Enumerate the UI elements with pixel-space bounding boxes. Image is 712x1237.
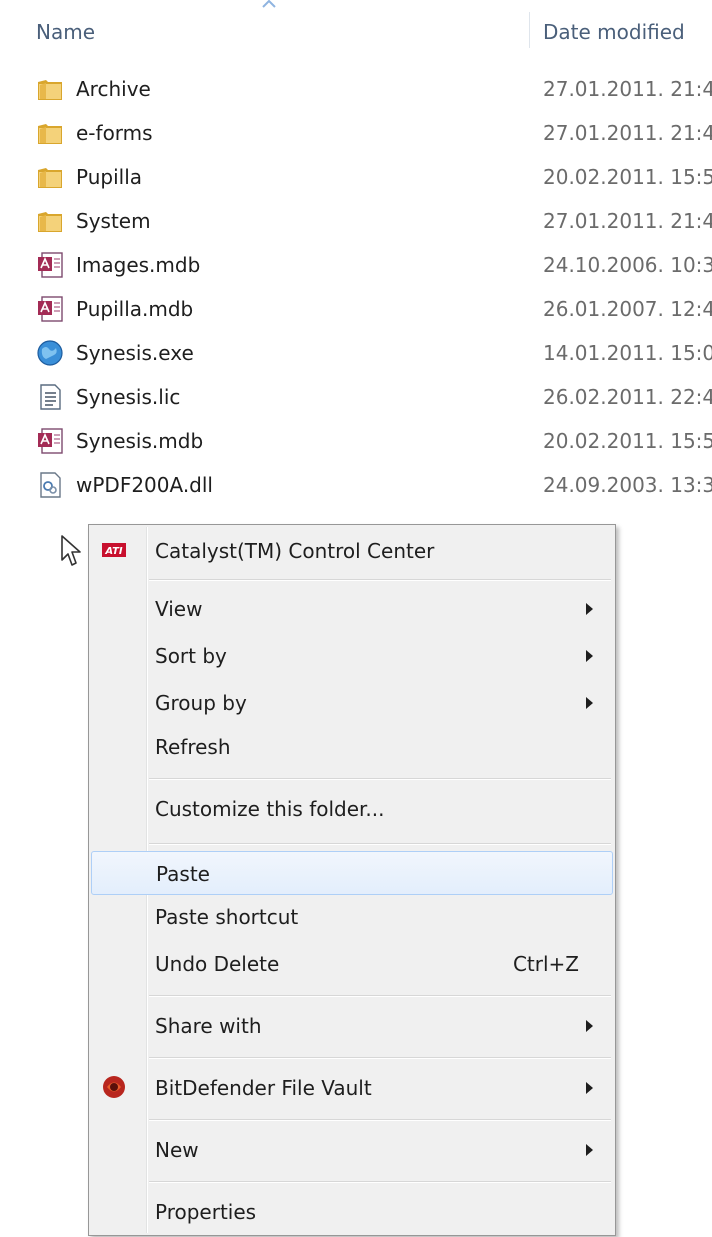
folder-icon	[36, 119, 64, 147]
menu-item-label: Paste	[156, 862, 210, 886]
menu-item-label: View	[155, 597, 203, 621]
file-date-modified: 14.01.2011. 15:00	[543, 341, 712, 365]
file-row[interactable]: Synesis.exe 14.01.2011. 15:00	[0, 331, 712, 375]
access-db-icon	[36, 251, 64, 279]
file-date-modified: 24.09.2003. 13:35	[543, 473, 712, 497]
menu-separator	[149, 995, 611, 997]
menu-item-share-with[interactable]: Share with	[91, 1004, 613, 1048]
file-row[interactable]: Archive 27.01.2011. 21:46	[0, 67, 712, 111]
file-name: wPDF200A.dll	[76, 473, 213, 497]
menu-item-label: Share with	[155, 1014, 262, 1038]
submenu-arrow-icon	[586, 650, 593, 662]
text-file-icon	[36, 383, 64, 411]
column-header-name[interactable]: Name	[36, 20, 95, 44]
menu-item-shortcut: Ctrl+Z	[512, 952, 579, 976]
column-header-date-modified[interactable]: Date modified	[543, 20, 685, 44]
folder-icon	[36, 207, 64, 235]
menu-item-view[interactable]: View	[91, 587, 613, 631]
column-divider[interactable]	[529, 12, 530, 48]
file-row[interactable]: Pupilla.mdb 26.01.2007. 12:44	[0, 287, 712, 331]
file-date-modified: 27.01.2011. 21:46	[543, 209, 712, 233]
file-date-modified: 20.02.2011. 15:55	[543, 429, 712, 453]
file-date-modified: 27.01.2011. 21:46	[543, 121, 712, 145]
file-name: Pupilla	[76, 165, 143, 189]
file-row[interactable]: Synesis.mdb 20.02.2011. 15:55	[0, 419, 712, 463]
submenu-arrow-icon	[586, 1144, 593, 1156]
menu-separator	[149, 1057, 611, 1059]
submenu-arrow-icon	[586, 603, 593, 615]
svg-text:ATI: ATI	[104, 546, 123, 557]
access-db-icon	[36, 295, 64, 323]
menu-separator	[149, 1119, 611, 1121]
file-date-modified: 26.01.2007. 12:44	[543, 297, 712, 321]
menu-item-label: Group by	[155, 691, 247, 715]
file-date-modified: 27.01.2011. 21:46	[543, 77, 712, 101]
file-name: System	[76, 209, 151, 233]
menu-item-label: Undo Delete	[155, 952, 280, 976]
file-name: Archive	[76, 77, 151, 101]
menu-item-bitdefender-file-vault[interactable]: BitDefender File Vault	[91, 1066, 613, 1110]
file-name: e-forms	[76, 121, 153, 145]
menu-item-label: Sort by	[155, 644, 227, 668]
file-name: Synesis.exe	[76, 341, 194, 365]
menu-item-label: Refresh	[155, 735, 231, 759]
column-header: Name Date modified	[0, 6, 712, 52]
menu-item-properties[interactable]: Properties	[91, 1190, 613, 1234]
menu-item-refresh[interactable]: Refresh	[91, 725, 613, 769]
file-date-modified: 20.02.2011. 15:55	[543, 165, 712, 189]
file-row[interactable]: e-forms 27.01.2011. 21:46	[0, 111, 712, 155]
file-row[interactable]: Images.mdb 24.10.2006. 10:32	[0, 243, 712, 287]
menu-separator	[149, 1181, 611, 1183]
menu-item-sort-by[interactable]: Sort by	[91, 634, 613, 678]
file-row[interactable]: Synesis.lic 26.02.2011. 22:46	[0, 375, 712, 419]
file-name: Synesis.lic	[76, 385, 181, 409]
menu-item-label: Customize this folder...	[155, 797, 385, 821]
file-name: Pupilla.mdb	[76, 297, 194, 321]
folder-icon	[36, 163, 64, 191]
file-date-modified: 26.02.2011. 22:46	[543, 385, 712, 409]
ati-icon: ATI	[101, 537, 127, 563]
submenu-arrow-icon	[586, 1020, 593, 1032]
menu-item-group-by[interactable]: Group by	[91, 681, 613, 725]
menu-item-paste[interactable]: Paste	[91, 851, 613, 895]
menu-item-catalyst-tm-control-center[interactable]: ATI Catalyst(TM) Control Center	[91, 529, 613, 573]
file-row[interactable]: System 27.01.2011. 21:46	[0, 199, 712, 243]
file-row[interactable]: Pupilla 20.02.2011. 15:55	[0, 155, 712, 199]
mouse-cursor-icon	[61, 535, 81, 566]
submenu-arrow-icon	[586, 1082, 593, 1094]
menu-separator	[149, 778, 611, 780]
menu-item-customize-this-folder[interactable]: Customize this folder...	[91, 787, 613, 831]
menu-item-label: Properties	[155, 1200, 257, 1224]
menu-separator	[149, 579, 611, 581]
menu-separator	[149, 843, 611, 845]
bitdefender-icon	[101, 1074, 127, 1100]
menu-item-label: BitDefender File Vault	[155, 1076, 372, 1100]
menu-item-label: New	[155, 1138, 199, 1162]
folder-icon	[36, 75, 64, 103]
menu-item-label: Paste shortcut	[155, 905, 299, 929]
file-date-modified: 24.10.2006. 10:32	[543, 253, 712, 277]
globe-exe-icon	[36, 339, 64, 367]
menu-item-label: Catalyst(TM) Control Center	[155, 539, 435, 563]
menu-item-undo-delete[interactable]: Undo Delete Ctrl+Z	[91, 942, 613, 986]
dll-file-icon	[36, 471, 64, 499]
context-menu: ATI Catalyst(TM) Control Center View Sort b…	[88, 524, 616, 1236]
file-name: Synesis.mdb	[76, 429, 204, 453]
file-row[interactable]: wPDF200A.dll 24.09.2003. 13:35	[0, 463, 712, 507]
menu-item-new[interactable]: New	[91, 1128, 613, 1172]
file-name: Images.mdb	[76, 253, 201, 277]
menu-item-paste-shortcut[interactable]: Paste shortcut	[91, 895, 613, 939]
submenu-arrow-icon	[586, 697, 593, 709]
access-db-icon	[36, 427, 64, 455]
